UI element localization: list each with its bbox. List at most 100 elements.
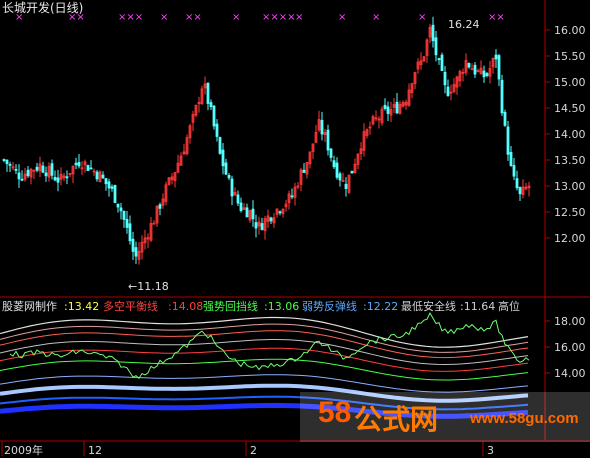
candle-down: [443, 71, 447, 86]
candle-down: [104, 178, 108, 185]
candle-down: [515, 178, 519, 189]
watermark-gongshi: 公式网: [354, 404, 439, 435]
candle-down: [212, 105, 216, 127]
candle-down: [269, 217, 273, 222]
price-tick-label: 14.00: [554, 128, 586, 141]
candle-down: [101, 174, 105, 179]
indicator-tick-label: 16.00: [554, 341, 586, 354]
candle-down: [5, 159, 9, 165]
legend-qiangshi-value: :13.06: [264, 300, 300, 313]
candle-down: [251, 208, 255, 220]
time-tick-label: 2009年: [4, 443, 43, 457]
candle-down: [8, 163, 12, 166]
watermark-58: 58: [318, 396, 352, 429]
candle-down: [440, 54, 444, 71]
candle-down: [2, 159, 6, 161]
chart-title: 长城开发(日线): [2, 1, 84, 15]
candle-down: [395, 101, 399, 114]
signal-markers: × ×× ××× × ×× × ×××× × × × × ××: [15, 12, 505, 23]
price-tick-label: 15.00: [554, 76, 586, 89]
signal-marker: ×: [160, 12, 168, 23]
candle-down: [503, 111, 507, 126]
legend-zuidi-value: :11.64: [460, 300, 496, 313]
signal-marker: ×: [372, 12, 380, 23]
candle-down: [278, 211, 282, 214]
candle-down: [383, 104, 387, 109]
candle-down: [236, 194, 240, 204]
candle-down: [110, 186, 114, 189]
indicator-band: [0, 358, 529, 381]
price-tick-label: 16.00: [554, 24, 586, 37]
candle-down: [53, 177, 57, 181]
legend-ruoshi-label: 弱势反弹线: [302, 300, 357, 313]
signal-marker: ×: [295, 12, 303, 23]
time-ticks: 2009年 12 2 3: [1, 441, 494, 457]
signal-marker: ××: [185, 12, 202, 23]
signal-marker: ××××: [262, 12, 296, 23]
candle-down: [239, 202, 243, 212]
candle-down: [95, 171, 99, 180]
candle-down: [254, 222, 258, 229]
candle-down: [119, 207, 123, 212]
candle-down: [338, 173, 342, 181]
candle-down: [245, 207, 249, 218]
candle-down: [131, 238, 135, 252]
candle-down: [215, 123, 219, 137]
candle-down: [56, 177, 60, 183]
candle-down: [122, 211, 126, 220]
legend-qiangshi-label: 强势回挡线: [203, 300, 258, 313]
candle-down: [20, 178, 24, 181]
candle-down: [206, 82, 210, 104]
candle-down: [290, 195, 294, 198]
candle-down: [320, 119, 324, 135]
candle-up: [152, 222, 156, 225]
indicator-band: [0, 374, 529, 393]
candle-down: [467, 63, 471, 68]
candle-down: [230, 178, 234, 197]
candle-down: [302, 169, 306, 173]
candle-down: [74, 162, 78, 166]
candle-down: [218, 137, 222, 154]
candle-down: [509, 152, 513, 166]
price-candles: [2, 16, 531, 265]
price-ticks: 16.00 15.50 15.00 14.50 14.00 13.50 13.00 12.50…: [545, 24, 586, 245]
candle-down: [335, 162, 339, 178]
watermark-url: www.58gu.com: [470, 410, 579, 427]
candle-down: [209, 102, 213, 108]
indicator-band: [0, 330, 529, 359]
candle-down: [482, 70, 486, 78]
candle-down: [329, 148, 333, 158]
signal-marker: ×××: [118, 12, 143, 23]
legend-duokong-value: :14.08: [168, 300, 204, 313]
price-tick-label: 12.00: [554, 232, 586, 245]
legend-zuidi-label: 最低安全线: [401, 300, 456, 313]
candle-down: [326, 129, 330, 151]
candle-down: [65, 176, 69, 179]
candle-down: [494, 54, 498, 60]
candle-down: [125, 219, 129, 228]
signal-marker: ××: [488, 12, 505, 23]
candle-down: [14, 168, 18, 171]
candle-down: [26, 169, 30, 177]
candle-down: [497, 55, 501, 80]
price-tick-label: 13.00: [554, 180, 586, 193]
time-tick-label: 2: [250, 444, 257, 457]
candle-down: [485, 73, 489, 77]
candle-down: [77, 162, 81, 167]
indicator-tick-label: 18.00: [554, 315, 586, 328]
candle-down: [44, 172, 48, 177]
candle-down: [116, 203, 120, 208]
candle-down: [35, 166, 39, 171]
price-tick-label: 14.50: [554, 102, 586, 115]
candle-down: [113, 185, 117, 203]
candle-down: [512, 165, 516, 177]
high-price-label: 16.24: [448, 18, 480, 31]
candle-down: [350, 170, 354, 174]
candle-down: [446, 86, 450, 96]
legend-gaowei-label: 高位: [498, 300, 520, 313]
candle-down: [518, 187, 522, 195]
low-price-label: ←11.18: [128, 280, 169, 293]
candle-down: [128, 223, 132, 242]
legend-ruoshi-value: :12.22: [363, 300, 399, 313]
candle-down: [50, 163, 54, 176]
